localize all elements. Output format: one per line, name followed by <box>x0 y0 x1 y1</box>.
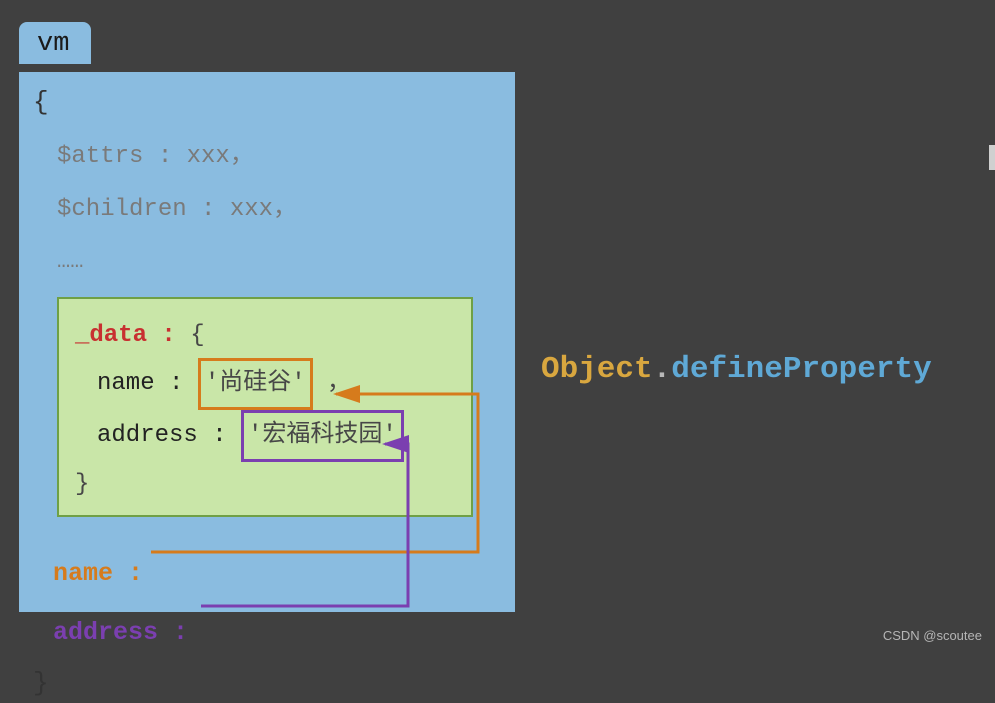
method-dot: . <box>653 352 672 387</box>
data-addr-line: address : '宏福科技园' <box>97 410 455 462</box>
proxy-name: name : <box>53 555 505 594</box>
tiny-left-mark <box>0 386 7 416</box>
method-object: Object <box>541 352 653 387</box>
children-line: $children : xxx， <box>57 191 505 228</box>
watermark: CSDN @scoutee <box>883 628 982 643</box>
addr-key: address : <box>97 422 227 449</box>
data-open: { <box>190 322 204 349</box>
data-close: } <box>75 462 455 508</box>
attrs-line: $attrs : xxx， <box>57 138 505 175</box>
ellipsis: …… <box>57 245 505 279</box>
data-key: _data : <box>75 322 176 349</box>
tab-vm: vm <box>19 22 91 64</box>
addr-value-box: '宏福科技园' <box>241 410 404 462</box>
method-text: Object.defineProperty <box>541 352 932 387</box>
vm-panel: { $attrs : xxx， $children : xxx， …… _dat… <box>19 72 515 612</box>
edge-stub <box>989 145 995 170</box>
data-name-line: name : '尚硅谷' ， <box>97 358 455 410</box>
close-brace: } <box>33 663 505 703</box>
name-comma: ， <box>327 370 351 397</box>
open-brace: { <box>33 82 505 122</box>
name-key: name : <box>97 370 183 397</box>
proxy-addr: address : <box>53 614 505 653</box>
method-define: defineProperty <box>671 352 931 387</box>
data-key-line: _data : { <box>75 313 455 359</box>
name-value-box: '尚硅谷' <box>198 358 313 410</box>
data-box: _data : { name : '尚硅谷' ， address : '宏福科技… <box>57 297 473 517</box>
